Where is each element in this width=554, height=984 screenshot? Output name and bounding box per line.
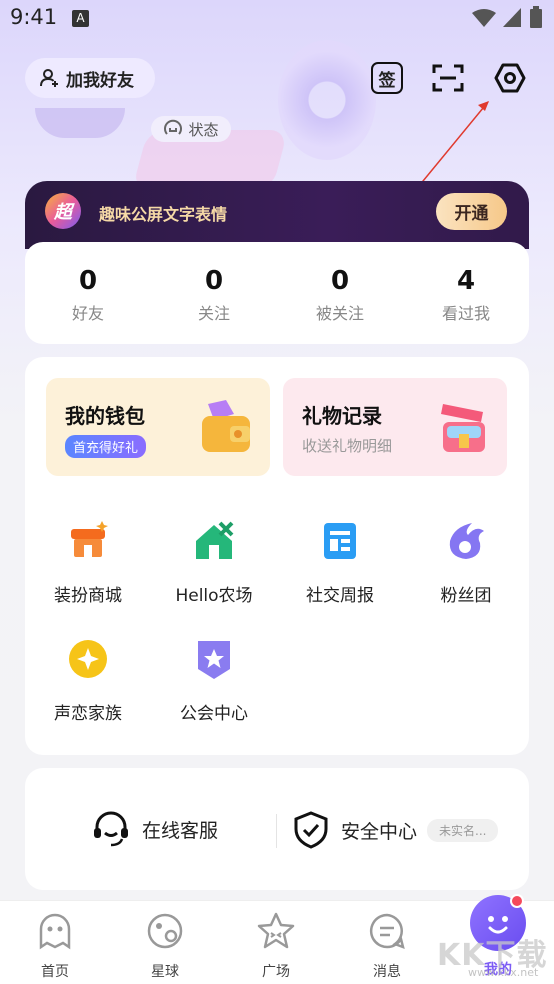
stat-label: 好友 (71, 304, 104, 323)
stat-label: 关注 (197, 304, 230, 323)
scan-button[interactable] (428, 58, 468, 98)
security-center-label: 安全中心 (341, 820, 418, 843)
grid-label: 公会中心 (180, 704, 248, 724)
decoration-ring (278, 40, 376, 160)
report-icon (324, 523, 356, 559)
stat-label: 看过我 (441, 304, 490, 323)
add-user-icon (40, 69, 58, 87)
stat-value: 0 (204, 266, 224, 296)
family-icon (69, 640, 107, 678)
home-ghost-icon (39, 913, 71, 950)
wallet-icon (202, 400, 250, 452)
gift-records-card[interactable]: 礼物记录 收送礼物明细 (283, 378, 507, 476)
status-time: 9:41 (10, 5, 58, 29)
settings-icon (494, 63, 526, 93)
shop-icon (71, 521, 108, 557)
stat-label: 被关注 (315, 304, 364, 323)
vip-badge-text: 超 (54, 202, 72, 223)
tab-label: 首页 (41, 964, 69, 980)
avatar-partial (35, 108, 125, 138)
checkin-button[interactable]: 签 (367, 58, 407, 98)
stat-followers[interactable]: 0 被关注 (277, 242, 403, 344)
status-icon (164, 119, 183, 135)
gift-box-icon (441, 404, 485, 452)
tab-home[interactable]: 首页 (0, 911, 110, 981)
add-friend-label: 加我好友 (66, 70, 134, 91)
grid-item-social-weekly[interactable]: 社交周报 (277, 521, 403, 606)
tab-messages[interactable]: 消息 (332, 911, 442, 981)
security-center-button[interactable]: 安全中心 未实名... (293, 811, 499, 849)
super-vip-badge-icon: 超 (45, 193, 81, 229)
grid-label: 粉丝团 (440, 586, 492, 606)
grid-item-voice-family[interactable]: 声恋家族 (25, 639, 151, 724)
first-charge-tag: 首充得好礼 (65, 435, 147, 458)
divider (276, 814, 277, 848)
status-button[interactable]: 状态 (151, 116, 231, 142)
stat-value: 0 (78, 266, 98, 296)
customer-service-button[interactable]: 在线客服 (92, 811, 218, 847)
grid-item-guild-center[interactable]: 公会中心 (151, 639, 277, 724)
add-friend-button[interactable]: 加我好友 (25, 58, 155, 98)
grid-label: Hello农场 (175, 586, 253, 606)
tab-label: 广场 (262, 964, 290, 980)
customer-service-label: 在线客服 (142, 819, 219, 842)
grid-item-dress-shop[interactable]: 装扮商城 (25, 521, 151, 606)
watermark-url: www.kkx.net (468, 966, 539, 979)
guild-icon (198, 641, 230, 679)
tab-square[interactable]: 广场 (221, 911, 331, 981)
stat-value: 4 (456, 266, 476, 296)
calendar-checkin-icon: 签 (371, 62, 403, 94)
wallet-card[interactable]: 我的钱包 首充得好礼 (46, 378, 270, 476)
notification-dot (510, 894, 524, 908)
grid-label: 声恋家族 (54, 704, 122, 724)
message-icon (369, 913, 405, 950)
planet-icon (147, 913, 183, 949)
grid-item-fan-club[interactable]: 粉丝团 (403, 521, 529, 606)
status-label: 状态 (188, 120, 219, 139)
stats-row: 0 好友 0 关注 0 被关注 4 看过我 (25, 242, 529, 344)
stat-friends[interactable]: 0 好友 (25, 242, 151, 344)
fan-club-icon (449, 523, 484, 559)
vip-banner-text: 趣味公屏文字表情 (99, 205, 228, 224)
shield-icon (294, 811, 328, 849)
headset-icon (94, 811, 128, 847)
grid-label: 装扮商城 (54, 586, 122, 606)
stat-visitors[interactable]: 4 看过我 (403, 242, 529, 344)
tab-label: 消息 (373, 964, 401, 980)
signal-icon (503, 8, 521, 27)
star-face-icon (257, 912, 295, 949)
checkin-icon-text: 签 (378, 70, 396, 91)
scan-icon (432, 64, 464, 92)
status-bar: 9:41 A (0, 0, 554, 36)
grid-label: 社交周报 (306, 586, 374, 606)
features-panel: 我的钱包 首充得好礼 礼物记录 收送礼物明细 装扮商城 Hello农场 社交周报… (25, 357, 529, 755)
notification-icon: A (72, 10, 89, 27)
farm-icon (196, 521, 234, 559)
stat-value: 0 (330, 266, 350, 296)
battery-icon (530, 6, 542, 28)
wifi-icon (472, 9, 496, 27)
vip-open-button[interactable]: 开通 (436, 193, 507, 230)
stat-following[interactable]: 0 关注 (151, 242, 277, 344)
verify-status-badge: 未实名... (427, 818, 499, 842)
tab-planet[interactable]: 星球 (110, 911, 220, 981)
tab-label: 星球 (151, 964, 179, 980)
settings-button[interactable] (490, 58, 530, 98)
grid-item-hello-farm[interactable]: Hello农场 (151, 521, 277, 606)
